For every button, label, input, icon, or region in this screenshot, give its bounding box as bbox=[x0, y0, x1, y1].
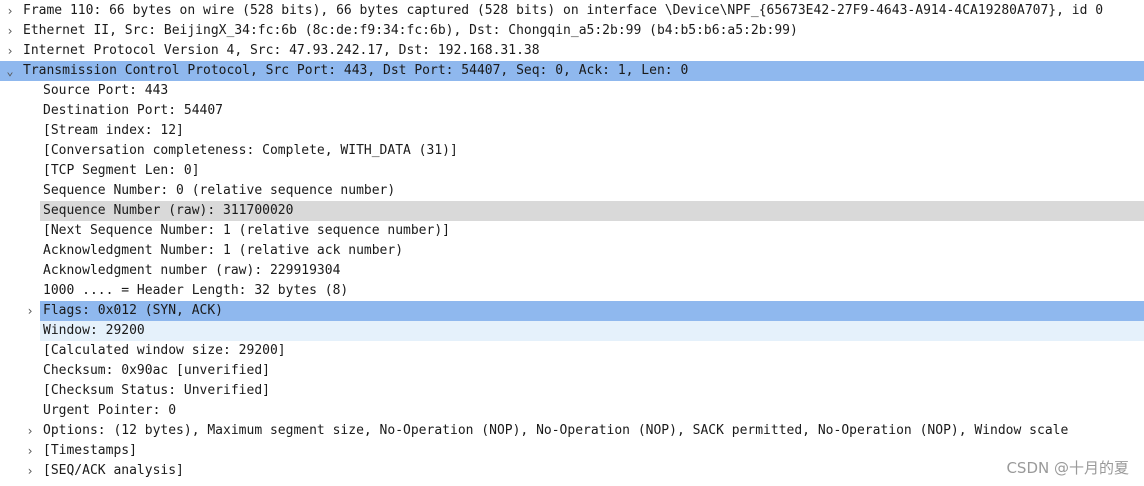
tcp-field-flags[interactable]: › Flags: 0x012 (SYN, ACK) bbox=[0, 301, 1144, 321]
field-label: Source Port: 443 bbox=[43, 83, 169, 98]
field-label: Sequence Number: 0 (relative sequence nu… bbox=[43, 183, 396, 198]
tcp-field-segment-len[interactable]: [TCP Segment Len: 0] bbox=[0, 161, 1144, 181]
tcp-field-stream-index[interactable]: [Stream index: 12] bbox=[0, 121, 1144, 141]
tcp-field-sequence-number-raw[interactable]: Sequence Number (raw): 311700020 bbox=[0, 201, 1144, 221]
tcp-field-conversation-completeness[interactable]: [Conversation completeness: Complete, WI… bbox=[0, 141, 1144, 161]
field-label: Sequence Number (raw): 311700020 bbox=[43, 203, 294, 218]
tree-row-tcp[interactable]: ⌄ Transmission Control Protocol, Src Por… bbox=[0, 61, 1144, 81]
expand-chevron-right-icon[interactable]: › bbox=[23, 421, 37, 441]
field-label: [Next Sequence Number: 1 (relative seque… bbox=[43, 223, 450, 238]
tcp-field-destination-port[interactable]: Destination Port: 54407 bbox=[0, 101, 1144, 121]
field-label: [Stream index: 12] bbox=[43, 123, 184, 138]
field-label: 1000 .... = Header Length: 32 bytes (8) bbox=[43, 283, 349, 298]
tcp-field-ack-number-raw[interactable]: Acknowledgment number (raw): 229919304 bbox=[0, 261, 1144, 281]
tcp-field-options[interactable]: › Options: (12 bytes), Maximum segment s… bbox=[0, 421, 1144, 441]
tcp-field-next-sequence-number[interactable]: [Next Sequence Number: 1 (relative seque… bbox=[0, 221, 1144, 241]
field-label: [Timestamps] bbox=[43, 443, 137, 458]
expand-chevron-right-icon[interactable]: › bbox=[3, 41, 17, 61]
tree-row-ipv4[interactable]: › Internet Protocol Version 4, Src: 47.9… bbox=[0, 41, 1144, 61]
expand-chevron-right-icon[interactable]: › bbox=[23, 301, 37, 321]
expand-chevron-right-icon[interactable]: › bbox=[23, 461, 37, 481]
field-label: Options: (12 bytes), Maximum segment siz… bbox=[43, 423, 1069, 438]
field-label: [Checksum Status: Unverified] bbox=[43, 383, 270, 398]
field-label: Urgent Pointer: 0 bbox=[43, 403, 177, 418]
field-label: [TCP Segment Len: 0] bbox=[43, 163, 200, 178]
tcp-field-window[interactable]: Window: 29200 bbox=[0, 321, 1144, 341]
field-label: Acknowledgment Number: 1 (relative ack n… bbox=[43, 243, 404, 258]
tree-row-label: Internet Protocol Version 4, Src: 47.93.… bbox=[23, 43, 540, 58]
watermark-text: CSDN @十月的夏 bbox=[1006, 459, 1129, 477]
field-label: Destination Port: 54407 bbox=[43, 103, 224, 118]
expand-chevron-right-icon[interactable]: › bbox=[23, 441, 37, 461]
tree-row-label: Frame 110: 66 bytes on wire (528 bits), … bbox=[23, 3, 1104, 18]
expand-chevron-right-icon[interactable]: › bbox=[3, 1, 17, 21]
field-label: [Calculated window size: 29200] bbox=[43, 343, 286, 358]
tcp-field-urgent-pointer[interactable]: Urgent Pointer: 0 bbox=[0, 401, 1144, 421]
related-highlight bbox=[40, 321, 1144, 341]
tree-row-frame[interactable]: › Frame 110: 66 bytes on wire (528 bits)… bbox=[0, 1, 1144, 21]
tree-row-label: Transmission Control Protocol, Src Port:… bbox=[23, 63, 689, 78]
tcp-field-checksum-status[interactable]: [Checksum Status: Unverified] bbox=[0, 381, 1144, 401]
field-label: Window: 29200 bbox=[43, 323, 145, 338]
tcp-field-ack-number[interactable]: Acknowledgment Number: 1 (relative ack n… bbox=[0, 241, 1144, 261]
tree-row-label: Ethernet II, Src: BeijingX_34:fc:6b (8c:… bbox=[23, 23, 798, 38]
tcp-field-sequence-number[interactable]: Sequence Number: 0 (relative sequence nu… bbox=[0, 181, 1144, 201]
tcp-field-source-port[interactable]: Source Port: 443 bbox=[0, 81, 1144, 101]
field-label: Acknowledgment number (raw): 229919304 bbox=[43, 263, 341, 278]
packet-details-tree: › Frame 110: 66 bytes on wire (528 bits)… bbox=[0, 0, 1144, 481]
tcp-field-timestamps[interactable]: › [Timestamps] bbox=[0, 441, 1144, 461]
tcp-field-header-length[interactable]: 1000 .... = Header Length: 32 bytes (8) bbox=[0, 281, 1144, 301]
collapse-chevron-down-icon[interactable]: ⌄ bbox=[3, 61, 17, 81]
tcp-field-checksum[interactable]: Checksum: 0x90ac [unverified] bbox=[0, 361, 1144, 381]
tree-row-ethernet[interactable]: › Ethernet II, Src: BeijingX_34:fc:6b (8… bbox=[0, 21, 1144, 41]
field-label: Checksum: 0x90ac [unverified] bbox=[43, 363, 270, 378]
field-label: [Conversation completeness: Complete, WI… bbox=[43, 143, 458, 158]
tcp-field-calculated-window-size[interactable]: [Calculated window size: 29200] bbox=[0, 341, 1144, 361]
field-label: [SEQ/ACK analysis] bbox=[43, 463, 184, 478]
tcp-field-seq-ack-analysis[interactable]: › [SEQ/ACK analysis] bbox=[0, 461, 1144, 481]
expand-chevron-right-icon[interactable]: › bbox=[3, 21, 17, 41]
field-label: Flags: 0x012 (SYN, ACK) bbox=[43, 303, 224, 318]
